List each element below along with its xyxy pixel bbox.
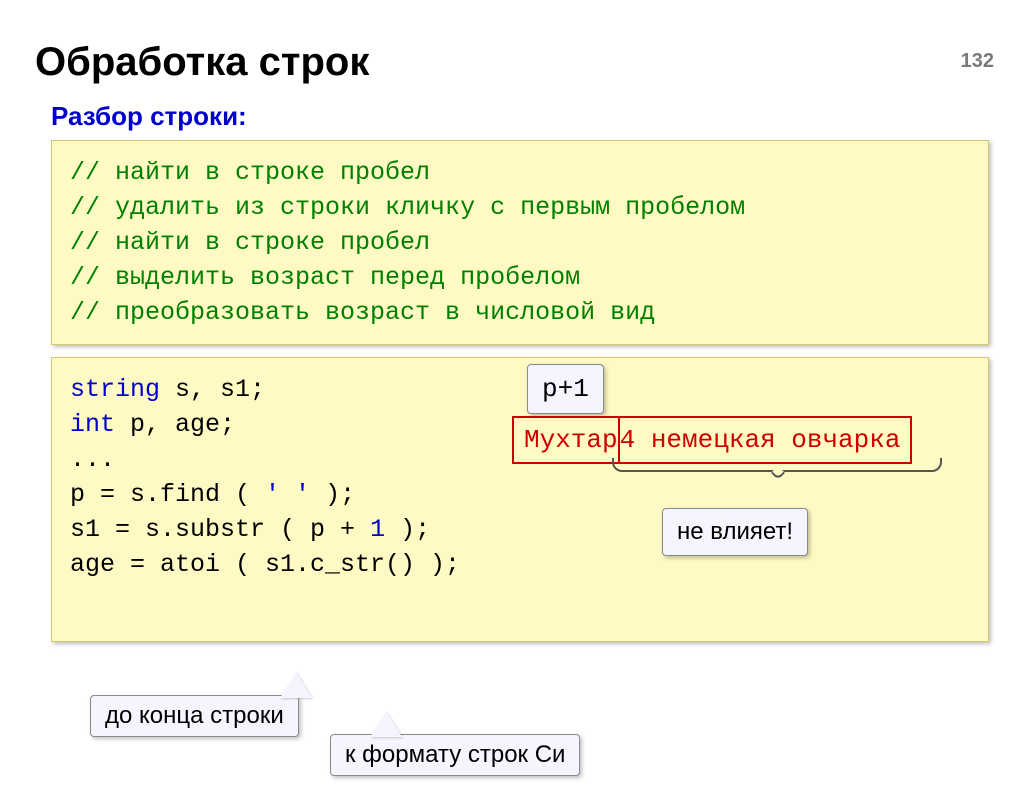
brace-icon (612, 458, 942, 472)
keyword: string (70, 375, 160, 404)
code-line: p = s.find ( ' ' ); (70, 477, 970, 512)
comment-line: // найти в строке пробел (70, 155, 970, 190)
page-title: Обработка строк (35, 40, 989, 85)
code-line: string s, s1; (70, 372, 970, 407)
comment-line: // найти в строке пробел (70, 225, 970, 260)
keyword: int (70, 410, 115, 439)
code-line: s1 = s.substr ( p + 1 ); (70, 512, 970, 547)
annotation-no-effect: не влияет! (662, 508, 808, 556)
comment-line: // удалить из строки кличку с первым про… (70, 190, 970, 225)
annotation-p-plus-1: p+1 (527, 364, 604, 414)
number-literal: 1 (370, 515, 385, 544)
code-line: age = atoi ( s1.c_str() ); (70, 547, 970, 582)
callout-arrow-icon (370, 711, 402, 737)
example-left: Мухтар (524, 422, 618, 458)
callout-arrow-icon (280, 672, 312, 698)
annotation-c-format: к формату строк Си (330, 734, 580, 776)
code-box: string s, s1; int p, age; ... p = s.find… (51, 357, 989, 642)
section-subtitle: Разбор строки: (51, 101, 989, 132)
annotation-to-end: до конца строки (90, 695, 299, 737)
char-literal: ' ' (265, 480, 310, 509)
comment-line: // выделить возраст перед пробелом (70, 260, 970, 295)
page-number: 132 (961, 50, 994, 73)
comment-line: // преобразовать возраст в числовой вид (70, 295, 970, 330)
comments-box: // найти в строке пробел // удалить из с… (51, 140, 989, 345)
example-right: 4 немецкая овчарка (620, 422, 901, 458)
